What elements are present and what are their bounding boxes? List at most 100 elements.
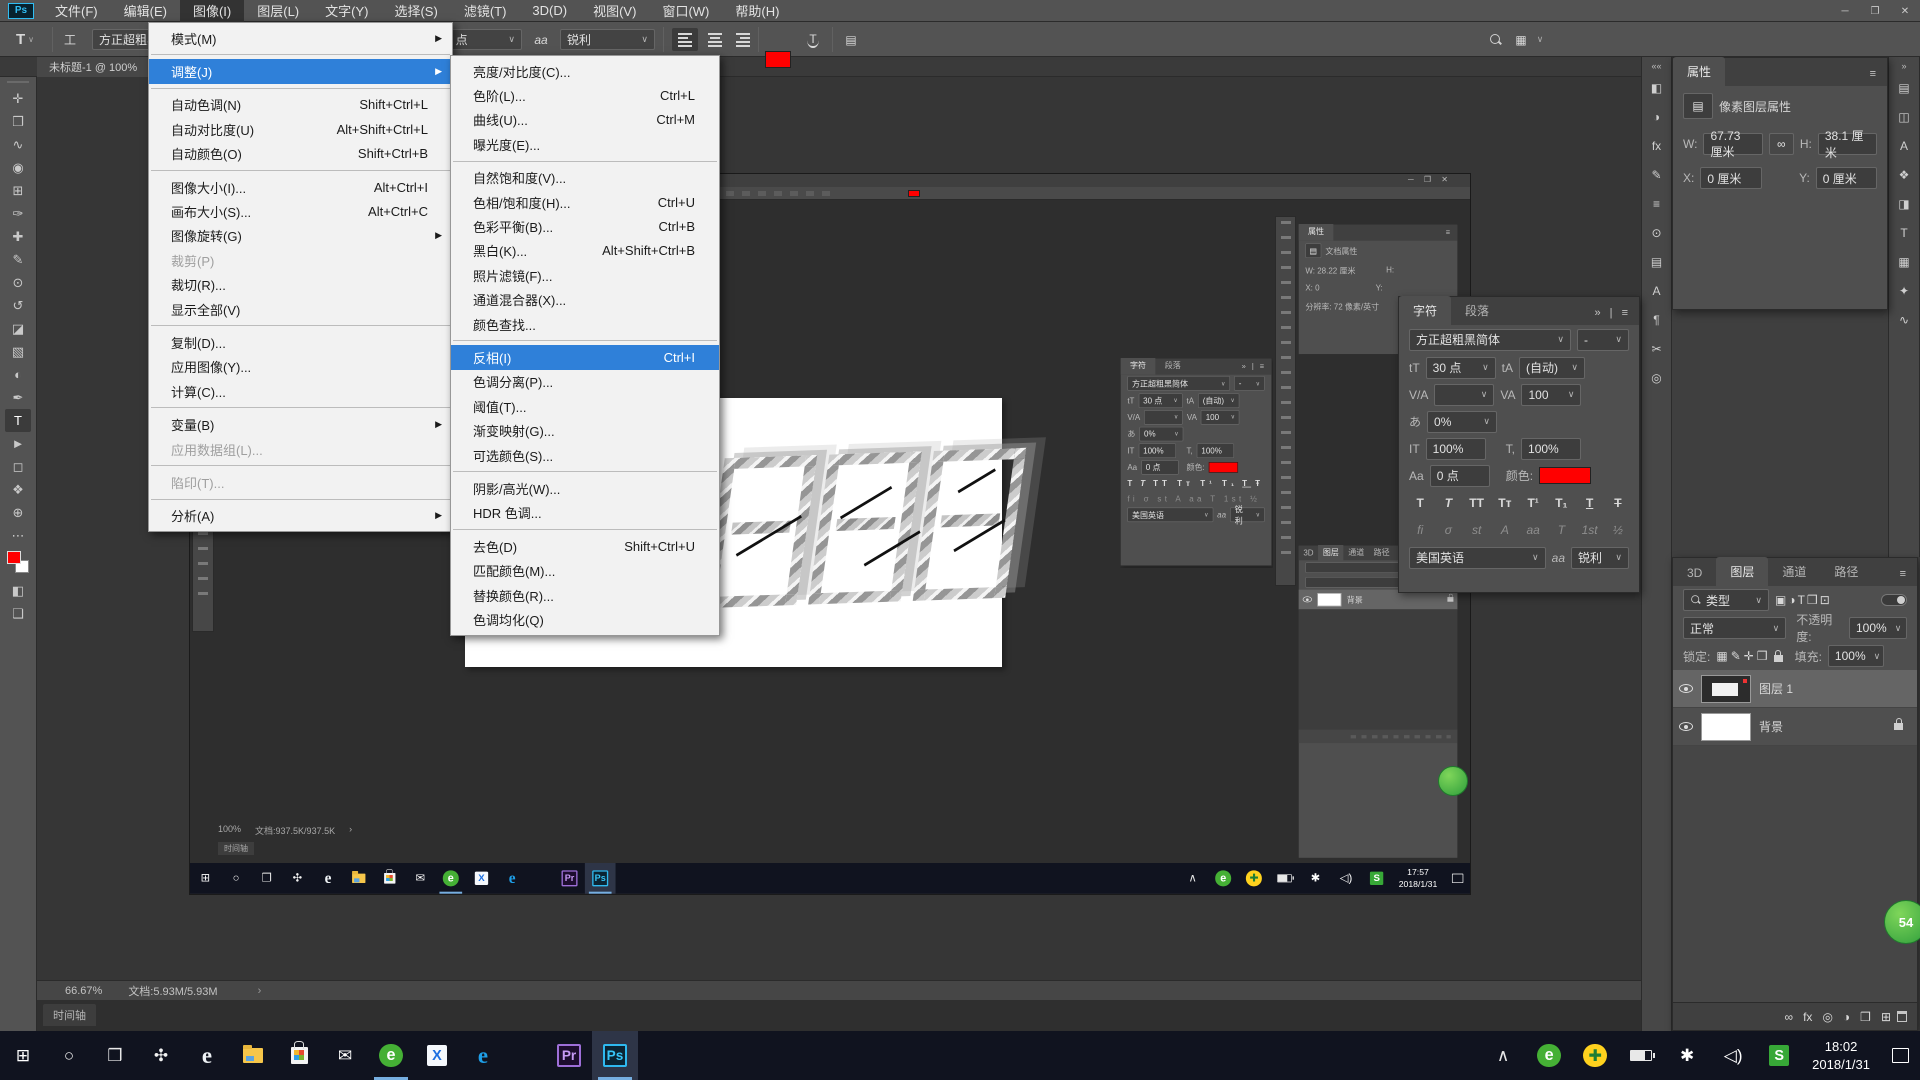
search-icon[interactable]: [1484, 28, 1508, 51]
edge-icon[interactable]: e: [460, 1031, 506, 1080]
filter-adjustment-layers-icon[interactable]: ◑: [1788, 593, 1795, 607]
menu-item-渐变映射(G)...[interactable]: 渐变映射(G)...: [451, 418, 719, 442]
sogou-input-icon[interactable]: S: [1361, 863, 1392, 894]
new-layer-icon[interactable]: ⊞: [1881, 1010, 1891, 1024]
lock-transparency-icon[interactable]: ▦: [1716, 649, 1727, 663]
thunder-icon[interactable]: X: [414, 1031, 460, 1080]
clone-stamp-tool[interactable]: ⊙: [5, 271, 31, 294]
cortana-icon[interactable]: ○: [221, 863, 252, 894]
faux-italic-button[interactable]: T: [1437, 494, 1459, 512]
menu-item-自动颜色(O)[interactable]: 自动颜色(O)Shift+Ctrl+B: [149, 142, 452, 166]
thunder-icon[interactable]: X: [466, 863, 497, 894]
crop-tool[interactable]: ⊞: [5, 179, 31, 202]
all-caps-button[interactable]: TT: [1466, 494, 1488, 512]
menu-item-图像旋转(G)[interactable]: 图像旋转(G)▶: [149, 224, 452, 248]
char-spacing-select[interactable]: 0%: [1427, 411, 1497, 433]
menu-item-去色(D)[interactable]: 去色(D)Shift+Ctrl+U: [451, 534, 719, 558]
menu-item-反相(I)[interactable]: 反相(I)Ctrl+I: [451, 345, 719, 369]
network-icon[interactable]: ✱: [1664, 1031, 1710, 1080]
styles-panel-icon[interactable]: ◑: [1645, 105, 1669, 129]
menu-item-亮度/对比度(C)...[interactable]: 亮度/对比度(C)...: [451, 59, 719, 83]
menu-图层(L)[interactable]: 图层(L): [244, 0, 312, 22]
align-right-button[interactable]: [730, 28, 756, 51]
tab-paths[interactable]: 路径: [1820, 557, 1872, 586]
warp-text-icon[interactable]: T: [800, 28, 826, 51]
volume-icon[interactable]: ◁): [1710, 1031, 1756, 1080]
cortana-icon[interactable]: ○: [46, 1031, 92, 1080]
type-tool[interactable]: T: [5, 409, 31, 432]
char-anti-alias-select[interactable]: 锐利: [1571, 547, 1629, 569]
ie-icon[interactable]: e: [313, 863, 344, 894]
menu-窗口(W)[interactable]: 窗口(W): [649, 0, 722, 22]
char-tracking-select[interactable]: 100: [1521, 384, 1581, 406]
eraser-tool[interactable]: ◪: [5, 317, 31, 340]
quick-mask-icon[interactable]: ◧: [5, 579, 31, 602]
menu-item-色阶(L)...[interactable]: 色阶(L)...Ctrl+L: [451, 83, 719, 107]
opacity-field[interactable]: 100%: [1849, 617, 1907, 639]
premiere-icon[interactable]: Pr: [546, 1031, 592, 1080]
character-styles-panel-icon[interactable]: A: [1892, 134, 1916, 158]
color-swatches[interactable]: [7, 551, 29, 573]
subscript-button[interactable]: T₁: [1550, 494, 1572, 512]
adjustment-layer-icon[interactable]: ◑: [1843, 1010, 1850, 1024]
blur-tool[interactable]: ◐: [5, 363, 31, 386]
small-caps-button[interactable]: Tᴛ: [1494, 494, 1516, 512]
menu-item-应用数据组(L)...[interactable]: 应用数据组(L)...: [149, 437, 452, 461]
lasso-tool[interactable]: ∿: [5, 133, 31, 156]
menu-item-自动对比度(U)[interactable]: 自动对比度(U)Alt+Shift+Ctrl+L: [149, 117, 452, 141]
layer-thumbnail[interactable]: [1701, 713, 1751, 741]
visibility-eye-icon[interactable]: [1679, 722, 1693, 731]
lock-position-icon[interactable]: ✛: [1744, 649, 1754, 663]
antivirus-floating-ball[interactable]: 54: [1884, 900, 1920, 944]
menu-视图(V)[interactable]: 视图(V): [580, 0, 649, 22]
filter-shape-layers-icon[interactable]: ❒: [1807, 593, 1818, 607]
character-panel-icons[interactable]: » | ≡: [1594, 307, 1639, 325]
mail-icon[interactable]: ✉: [322, 1031, 368, 1080]
char-vscale-field[interactable]: 100%: [1426, 438, 1486, 460]
ordinals-button[interactable]: 1st: [1579, 521, 1601, 539]
menu-item-色相/饱和度(H)...[interactable]: 色相/饱和度(H)...Ctrl+U: [451, 190, 719, 214]
learn-panel-icon[interactable]: ❖: [1892, 163, 1916, 187]
faux-bold-button[interactable]: T: [1409, 494, 1431, 512]
stylistic-alternates-button[interactable]: aa: [1522, 521, 1544, 539]
lock-pixels-icon[interactable]: ✎: [1731, 649, 1741, 663]
menu-item-模式(M)[interactable]: 模式(M)▶: [149, 26, 452, 50]
filter-pixel-layers-icon[interactable]: ▣: [1775, 593, 1786, 607]
browser-360-icon[interactable]: e: [368, 1031, 414, 1080]
quick-selection-tool[interactable]: ◉: [5, 156, 31, 179]
start-button[interactable]: ⊞: [0, 1031, 46, 1080]
edge-icon[interactable]: e: [497, 863, 528, 894]
clone-source-panel-icon[interactable]: ⊙: [1645, 221, 1669, 245]
close-button[interactable]: ✕: [1890, 0, 1920, 22]
text-orientation-icon[interactable]: 工: [58, 28, 82, 51]
filter-smart-objects-icon[interactable]: ⊡: [1820, 593, 1830, 607]
swash-button[interactable]: A: [1494, 521, 1516, 539]
layer-row-1[interactable]: 图层 1: [1673, 670, 1917, 708]
screen-mode-icon[interactable]: ❑: [5, 602, 31, 625]
store-icon[interactable]: [374, 863, 405, 894]
hand-tool[interactable]: ❖: [5, 478, 31, 501]
align-left-button[interactable]: [672, 28, 698, 51]
layer-thumbnail[interactable]: [1701, 675, 1751, 703]
tray-expand-icon[interactable]: ∧: [1177, 863, 1208, 894]
layer-filter-select[interactable]: 类型: [1683, 589, 1769, 611]
menu-item-自然饱和度(V)...[interactable]: 自然饱和度(V)...: [451, 166, 719, 190]
menu-文件(F)[interactable]: 文件(F): [42, 0, 111, 22]
tab-properties[interactable]: 属性: [1673, 57, 1725, 86]
link-layers-icon[interactable]: ∞: [1785, 1010, 1794, 1024]
tab-layers[interactable]: 图层: [1716, 557, 1768, 586]
align-center-button[interactable]: [702, 28, 728, 51]
tray-360-browser-icon[interactable]: e: [1208, 863, 1239, 894]
timeline-tab[interactable]: 时间轴: [43, 1004, 96, 1026]
layer-style-icon[interactable]: fx: [1803, 1010, 1812, 1024]
navigator-panel-icon[interactable]: ◎: [1645, 366, 1669, 390]
layer-mask-icon[interactable]: ◎: [1822, 1010, 1832, 1024]
menu-item-HDR 色调...[interactable]: HDR 色调...: [451, 501, 719, 525]
tab-3d[interactable]: 3D: [1673, 560, 1716, 586]
status-expander-icon[interactable]: ›: [258, 985, 262, 997]
photoshop-icon[interactable]: Ps: [585, 863, 616, 894]
collapse-dock-icon[interactable]: ««: [1651, 61, 1661, 71]
eyedropper-tool[interactable]: ✑: [5, 202, 31, 225]
glyphs-panel-icon[interactable]: A: [1645, 279, 1669, 303]
menu-item-自动色调(N)[interactable]: 自动色调(N)Shift+Ctrl+L: [149, 93, 452, 117]
